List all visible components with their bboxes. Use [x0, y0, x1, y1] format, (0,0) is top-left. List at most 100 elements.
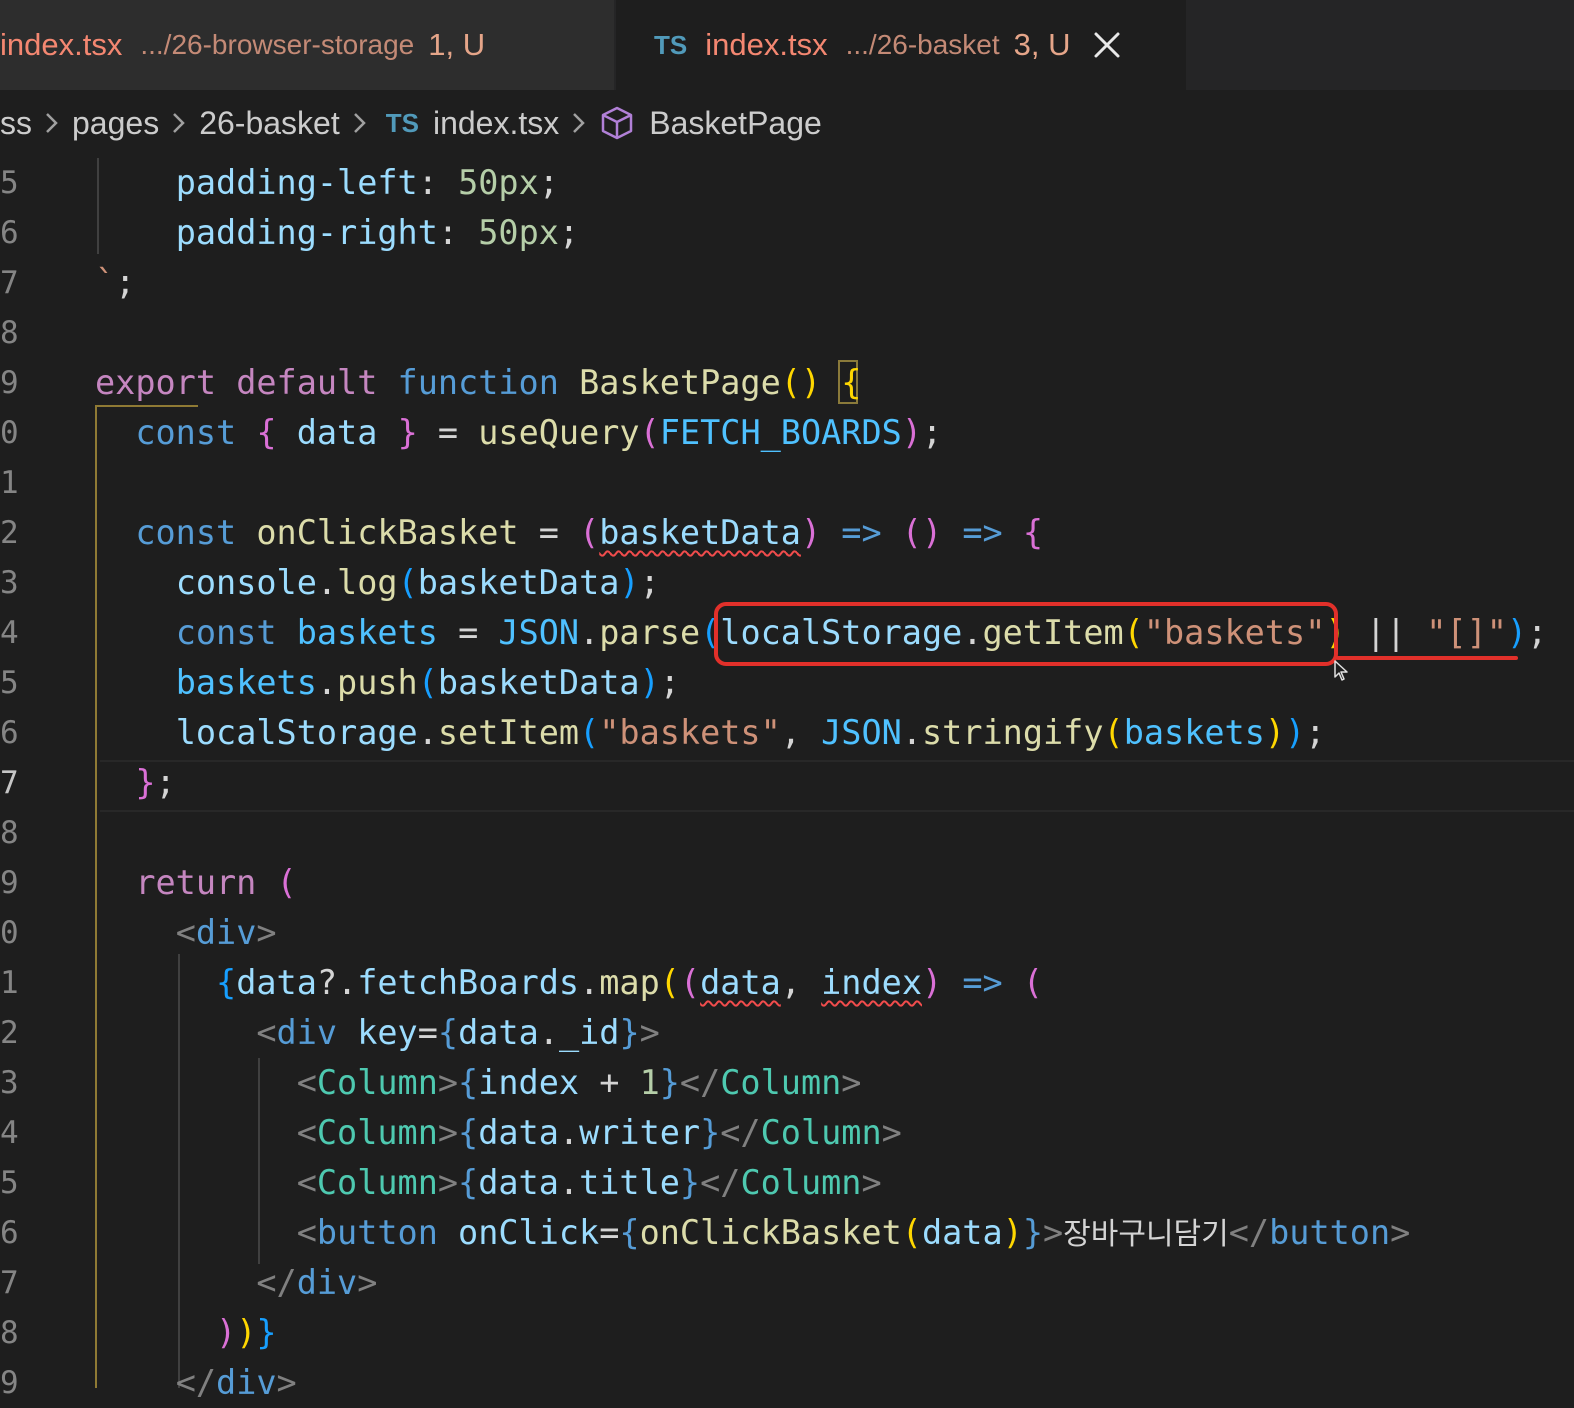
token: div — [296, 1263, 358, 1302]
token: ( — [579, 513, 600, 552]
token: ; — [921, 413, 943, 452]
token: ; — [1527, 613, 1548, 652]
token: . — [901, 713, 922, 752]
tab-status: 3, U — [1013, 27, 1071, 62]
token: map — [599, 963, 660, 1002]
line-number: 5 — [0, 665, 19, 701]
token: { — [458, 1063, 479, 1102]
line-number: 7 — [0, 765, 19, 801]
token: 1 — [639, 1063, 660, 1102]
code-line: 7 </div> — [0, 1258, 1574, 1308]
token: , — [780, 963, 822, 1002]
breadcrumb-item-symbol[interactable]: BasketPage — [649, 105, 822, 142]
token: ; — [639, 563, 660, 602]
token: ) — [1285, 713, 1306, 752]
token: 50px — [458, 163, 539, 202]
token: < — [296, 1063, 317, 1102]
token: . — [558, 1113, 580, 1152]
token: </ — [720, 1113, 761, 1152]
token: data — [921, 1213, 1003, 1252]
token: { — [841, 363, 862, 402]
token: > — [861, 1163, 882, 1202]
token: baskets — [296, 613, 438, 652]
token: button — [316, 1213, 438, 1252]
token: || — [1365, 613, 1407, 652]
token: </ — [256, 1263, 297, 1302]
token: ; — [659, 663, 680, 702]
mouse-cursor-icon — [1334, 660, 1348, 687]
tab-index-basket[interactable]: TS index.tsx .../26-basket 3, U — [616, 0, 1186, 90]
token: ( — [1103, 713, 1124, 752]
token: useQuery — [478, 413, 640, 452]
token: function — [397, 363, 559, 402]
token: 장바구니담기 — [1063, 1217, 1229, 1252]
line-number: 5 — [0, 1165, 19, 1201]
token: default — [236, 363, 378, 402]
breadcrumb-item-folder[interactable]: 26-basket — [199, 105, 340, 142]
tab-file-path: .../26-basket — [845, 29, 1000, 60]
breadcrumb-item-file[interactable]: index.tsx — [433, 105, 559, 142]
symbol-method-icon — [599, 105, 635, 141]
line-number: 1 — [0, 965, 19, 1001]
breadcrumb-item-pages[interactable]: pages — [72, 105, 159, 142]
token: index — [821, 963, 922, 1002]
line-number: 6 — [0, 715, 19, 751]
token: ( — [397, 563, 418, 602]
token: < — [256, 1013, 277, 1052]
token: ) — [1264, 713, 1286, 752]
token: div — [276, 1013, 338, 1052]
typescript-icon: TS — [654, 29, 688, 60]
code-line: 8 ))} — [0, 1308, 1574, 1358]
line-number: 9 — [0, 1365, 19, 1401]
token: ) — [800, 513, 822, 552]
token: </ — [679, 1063, 721, 1102]
token: { — [216, 963, 237, 1002]
code-line: 6 <button onClick={onClickBasket(data)}>… — [0, 1208, 1574, 1258]
token: } — [135, 763, 156, 802]
token: console — [175, 563, 317, 602]
token: > — [437, 1063, 459, 1102]
token: ( — [679, 963, 701, 1002]
token: parse — [599, 613, 701, 652]
token: => — [962, 513, 1003, 552]
line-number: 1 — [0, 465, 19, 501]
line-number: 8 — [0, 1315, 19, 1351]
token: } — [679, 1163, 701, 1202]
tab-index-browser-storage[interactable]: index.tsx .../26-browser-storage 1, U — [0, 0, 614, 90]
token: } — [619, 1013, 640, 1052]
token: + — [579, 1063, 640, 1102]
token: . — [579, 613, 600, 652]
token: { — [437, 1013, 459, 1052]
token: , — [780, 713, 822, 752]
token: ( — [579, 713, 600, 752]
token: localStorage — [175, 713, 418, 752]
token: Column — [316, 1113, 438, 1152]
token: > — [256, 913, 277, 952]
code-line: 6 padding-right: 50px; — [0, 208, 1574, 258]
line-number: 7 — [0, 265, 19, 301]
token: ( — [276, 863, 297, 902]
token: data — [296, 413, 378, 452]
code-line: 5 padding-left: 50px; — [0, 158, 1574, 208]
token: () — [901, 513, 943, 552]
token: < — [296, 1113, 317, 1152]
code-editor[interactable]: 5 padding-left: 50px; 6 padding-right: 5… — [0, 158, 1574, 1402]
token: { — [458, 1113, 479, 1152]
annotation-box — [714, 602, 1338, 666]
line-number: 8 — [0, 815, 19, 851]
token: { — [256, 413, 277, 452]
breadcrumb-item[interactable]: ss — [0, 105, 32, 142]
token: data — [236, 963, 317, 1002]
line-number: 6 — [0, 215, 19, 251]
token: div — [195, 913, 257, 952]
chevron-right-icon — [352, 109, 368, 137]
token: index — [478, 1063, 580, 1102]
token: padding-right — [175, 213, 438, 252]
token: < — [175, 913, 196, 952]
tab-file-path: .../26-browser-storage — [140, 29, 415, 60]
close-icon[interactable] — [1091, 29, 1123, 61]
token: ; — [558, 213, 580, 252]
code-line: 2 const onClickBasket = (basketData) => … — [0, 508, 1574, 558]
token: . — [316, 663, 338, 702]
token: writer — [579, 1113, 701, 1152]
